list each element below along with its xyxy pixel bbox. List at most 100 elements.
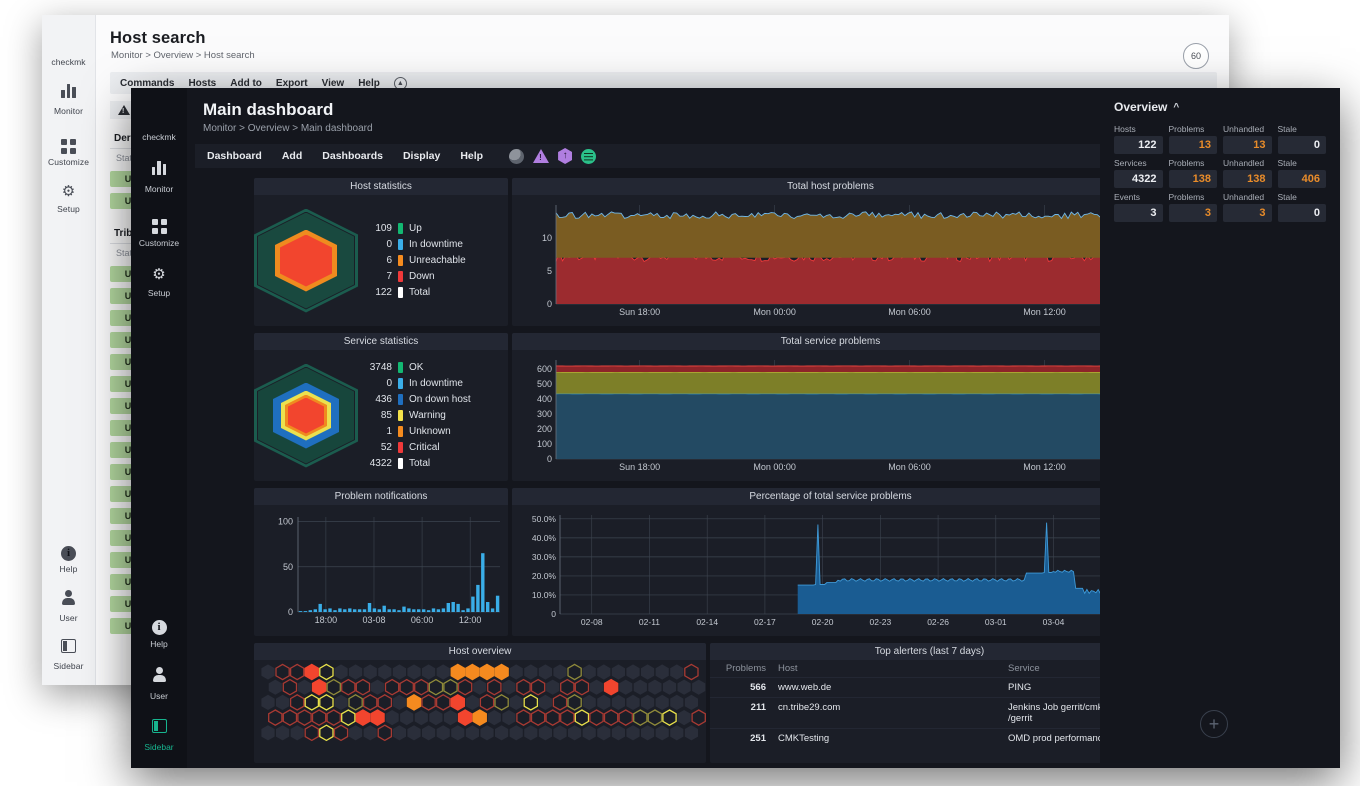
chevron-up-icon[interactable]: ^ (1173, 102, 1179, 113)
menu-item-export[interactable]: Export (276, 78, 308, 89)
stats-label[interactable]: Critical (409, 440, 503, 456)
overview-cell-unhandled[interactable]: Unhandled 13 (1223, 124, 1272, 154)
stats-label[interactable]: Unknown (409, 424, 503, 440)
host-statistics-hexagon-chart (254, 208, 358, 313)
svg-text:Sun 18:00: Sun 18:00 (619, 462, 660, 472)
cell-host[interactable]: CMKTesting (772, 728, 1002, 748)
sidebar-item-checkmk-logo[interactable]: ↑ checkmk (131, 88, 187, 150)
svg-text:Sun 18:00: Sun 18:00 (619, 307, 660, 317)
menu-item-dashboards[interactable]: Dashboards (322, 150, 383, 162)
sidebar-item-sidebar-toggle[interactable]: Sidebar (131, 709, 187, 768)
service-statistics-hexagon-chart (254, 363, 358, 468)
stats-row: 1 Unknown (358, 424, 503, 440)
overview-cell-label: Unhandled (1223, 192, 1265, 202)
menu-item-dashboard[interactable]: Dashboard (207, 150, 262, 162)
overview-row: Services 4322 Problems 138 Unhandled 138 Stale… (1114, 158, 1326, 188)
stats-row: 4322 Total (358, 456, 503, 472)
panel-percentage-service-problems: Percentage of total service problems 0 10… (512, 488, 1149, 636)
sidebar-item-sidebar-toggle[interactable]: Sidebar (42, 630, 96, 685)
globe-icon[interactable] (509, 148, 525, 164)
table-header-row: Problems Host Service (710, 660, 1149, 678)
table-row[interactable]: 251 CMKTesting OMD prod performance (710, 728, 1149, 748)
overview-cell-value: 4322 (1114, 170, 1163, 188)
add-dashlet-button[interactable]: + (1200, 710, 1228, 738)
refresh-timer[interactable]: 60 (1183, 43, 1209, 69)
sidebar-label-checkmk: checkmk (51, 57, 86, 67)
sidebar-item-setup[interactable]: ⚙ Setup (131, 256, 187, 306)
overview-cell-total[interactable]: Events 3 (1114, 192, 1163, 222)
stats-label[interactable]: Total (409, 456, 503, 472)
overview-cell-problems[interactable]: Problems 13 (1168, 124, 1217, 154)
sidebar-item-checkmk-logo[interactable]: ↑ checkmk (42, 15, 96, 74)
sidebar-label-sidebar: Sidebar (144, 742, 174, 752)
menu-item-display[interactable]: Display (403, 150, 440, 162)
overview-title[interactable]: Overview ^ (1114, 100, 1326, 114)
host-overview-hexgrid[interactable] (254, 660, 706, 763)
overview-cell-label: Services (1114, 158, 1147, 168)
panel-host-statistics: Host statistics 109 Up 0 In downtime 6 U… (254, 178, 508, 326)
overview-cell-value: 0 (1277, 204, 1326, 222)
sidebar-item-setup[interactable]: ⚙ Setup (42, 174, 96, 221)
menu-item-hosts[interactable]: Hosts (188, 78, 216, 89)
stats-label[interactable]: On down host (409, 392, 503, 408)
menu-item-view[interactable]: View (322, 78, 345, 89)
menu-item-help[interactable]: Help (358, 78, 380, 89)
svg-text:Mon 00:00: Mon 00:00 (753, 462, 796, 472)
column-header-host: Host (772, 660, 1002, 678)
checkmk-hexagon-icon[interactable] (558, 148, 573, 164)
stats-row: 0 In downtime (358, 376, 503, 392)
overview-cell-total[interactable]: Hosts 122 (1114, 124, 1163, 154)
sidebar-label-monitor: Monitor (144, 184, 174, 194)
cell-problems: 566 (710, 677, 772, 698)
stats-value: 85 (380, 409, 392, 421)
overview-cell-stale[interactable]: Stale 406 (1277, 158, 1326, 188)
overview-cell-unhandled[interactable]: Unhandled 138 (1223, 158, 1272, 188)
sidebar-item-monitor[interactable]: Monitor (131, 150, 187, 202)
overview-cell-total[interactable]: Services 4322 (1114, 158, 1163, 188)
list-circle-icon[interactable] (581, 148, 597, 164)
service-problems-chart: 0 100 200 300 400 500 600 Sun 18:00 Mon 00:00 Mon… (537, 360, 1144, 472)
stats-label[interactable]: Warning (409, 408, 503, 424)
overview-cell-stale[interactable]: Stale 0 (1277, 124, 1326, 154)
sidebar-item-customize[interactable]: Customize (131, 202, 187, 256)
panel-body: 0 10.0% 20.0% 30.0% 40.0% 50.0% 02-08 02-11 02-1… (512, 505, 1149, 636)
sidebar-item-monitor[interactable]: Monitor (42, 74, 96, 123)
overview-cell-unhandled[interactable]: Unhandled 3 (1223, 192, 1272, 222)
color-swatch (398, 255, 403, 266)
overview-cell-stale[interactable]: Stale 0 (1277, 192, 1326, 222)
svg-text:30.0%: 30.0% (532, 552, 557, 562)
color-swatch (398, 362, 403, 373)
table-row[interactable]: 566 www.web.de PING (710, 677, 1149, 698)
stats-label[interactable]: Total (409, 285, 503, 301)
stats-value: 109 (375, 222, 392, 234)
sidebar-label-monitor: Monitor (53, 106, 84, 116)
warning-triangle-icon[interactable] (533, 149, 550, 163)
sidebar-item-help[interactable]: i Help (42, 534, 96, 581)
overview-cell-label: Problems (1168, 124, 1205, 134)
menu-item-help[interactable]: Help (460, 150, 483, 162)
sidebar-item-customize[interactable]: Customize (42, 123, 96, 174)
panel-body: 109 Up 0 In downtime 6 Unreachable 7 Down 122 Tot… (254, 195, 508, 326)
stats-label[interactable]: In downtime (409, 376, 503, 392)
overview-cell-problems[interactable]: Problems 138 (1168, 158, 1217, 188)
panel-service-statistics: Service statistics 3748 OK 0 In downtime… (254, 333, 508, 481)
menu-item-add[interactable]: Add (282, 150, 302, 162)
overview-cell-problems[interactable]: Problems 3 (1168, 192, 1217, 222)
stats-label[interactable]: Up (409, 221, 503, 237)
sidebar-item-user[interactable]: User (42, 581, 96, 630)
table-row[interactable]: 211 cn.tribe29.com Jenkins Job gerrit/cmk_… (710, 697, 1149, 729)
menu-item-add-to[interactable]: Add to (230, 78, 262, 89)
sidebar-item-user[interactable]: User (131, 657, 187, 709)
sidebar-label-user: User (59, 613, 78, 623)
menu-item-commands[interactable]: Commands (120, 78, 174, 89)
stats-label[interactable]: Unreachable (409, 253, 503, 269)
cell-host[interactable]: cn.tribe29.com (772, 697, 1002, 729)
svg-text:02-11: 02-11 (639, 617, 660, 627)
sidebar-label-setup: Setup (147, 288, 171, 298)
stats-label[interactable]: OK (409, 360, 503, 376)
cell-host[interactable]: www.web.de (772, 677, 1002, 698)
stats-label[interactable]: Down (409, 269, 503, 285)
sidebar-item-help[interactable]: i Help (131, 607, 187, 657)
color-swatch (398, 223, 403, 234)
stats-label[interactable]: In downtime (409, 237, 503, 253)
